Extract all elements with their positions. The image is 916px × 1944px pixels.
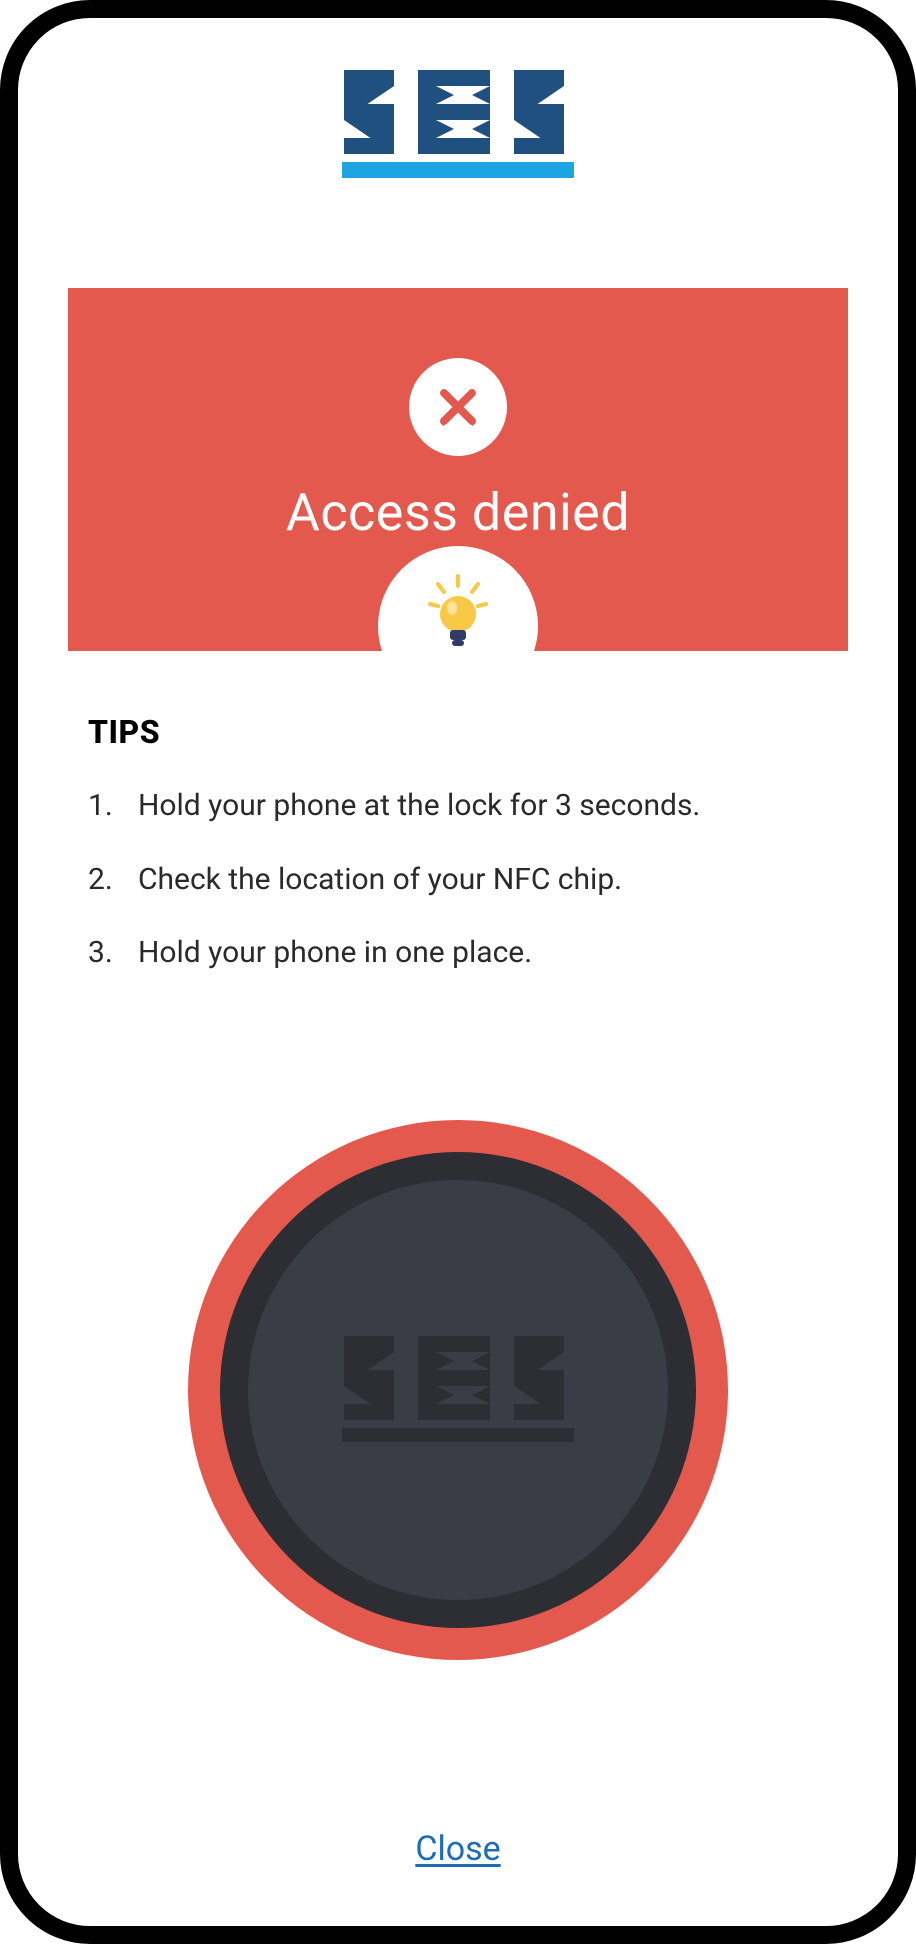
tip-number: 2. [88, 861, 114, 899]
tip-notch [378, 546, 538, 706]
lightbulb-icon [426, 574, 490, 652]
error-x-icon [409, 358, 507, 456]
tip-item: 2. Check the location of your NFC chip. [88, 843, 828, 917]
tip-number: 1. [88, 787, 114, 825]
brand-logo-wrap [18, 18, 898, 178]
tip-text: Hold your phone at the lock for 3 second… [138, 787, 700, 825]
alert-title: Access denied [68, 482, 848, 543]
tip-text: Check the location of your NFC chip. [138, 861, 622, 899]
nfc-disc-wrap [18, 1110, 898, 1670]
nfc-disc-icon [178, 1110, 738, 1670]
tip-item: 3. Hold your phone in one place. [88, 916, 828, 990]
tip-number: 3. [88, 934, 114, 972]
tip-item: 1. Hold your phone at the lock for 3 sec… [88, 769, 828, 843]
phone-frame: Access denied TIPS [0, 0, 916, 1944]
close-wrap: Close [18, 1828, 898, 1870]
close-button[interactable]: Close [409, 1828, 506, 1870]
tip-text: Hold your phone in one place. [138, 934, 532, 972]
tips-section: TIPS 1. Hold your phone at the lock for … [88, 713, 828, 990]
brand-logo [342, 70, 574, 178]
tips-heading: TIPS [88, 713, 828, 751]
alert-card: Access denied [68, 288, 848, 651]
